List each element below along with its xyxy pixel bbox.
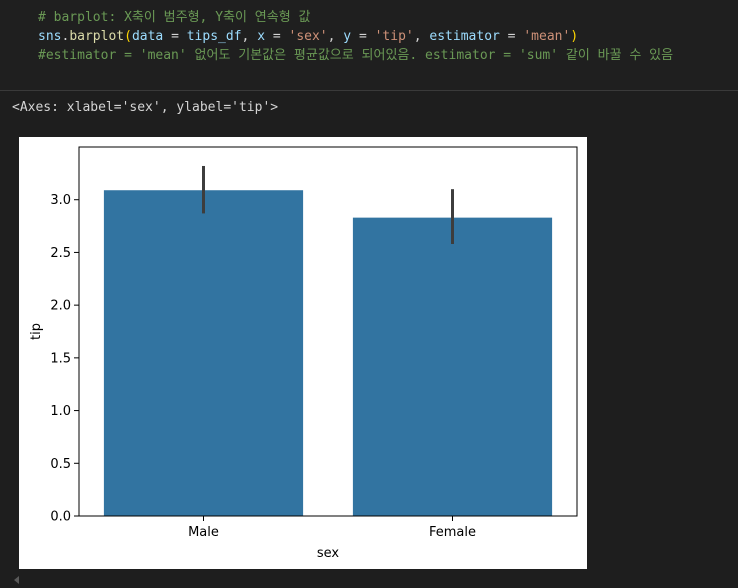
plot-output: Male Female 0.0 0.5 1.0 1.5 2.0 2.5 3.0 sex tip <box>19 137 587 569</box>
code-line-comment: # barplot: X축이 범주형, Y축이 연속형 값 <box>38 10 311 25</box>
y-tick-label: 2.5 <box>50 246 71 261</box>
code-token-arg-x: 'sex' <box>288 29 328 44</box>
code-token-comma: , <box>241 29 258 44</box>
code-token-close-paren: ) <box>570 29 579 44</box>
code-token-arg-estimator: 'mean' <box>523 29 571 44</box>
code-token-arg-data: tips_df <box>186 29 242 44</box>
code-token-kw-estimator: estimator <box>429 29 500 44</box>
code-token-arg-y: 'tip' <box>374 29 414 44</box>
code-token-func: barplot <box>69 29 125 44</box>
code-token-kw-data: data <box>131 29 164 44</box>
code-token-eq: = <box>499 29 524 44</box>
y-axis-label: tip <box>29 323 44 340</box>
output-repr-text: <Axes: xlabel='sex', ylabel='tip'> <box>12 100 279 115</box>
code-token-kw-y: y <box>343 29 352 44</box>
code-token-comma: , <box>413 29 430 44</box>
scroll-left-arrow-icon[interactable] <box>14 576 19 584</box>
code-token-open-paren: ( <box>124 29 132 44</box>
x-tick-label: Male <box>188 525 219 540</box>
barplot-chart: Male Female 0.0 0.5 1.0 1.5 2.0 2.5 3.0 sex tip <box>29 146 578 561</box>
code-token-comma: , <box>327 29 344 44</box>
x-tick-label: Female <box>429 525 476 540</box>
code-line-barplot-call: sns.barplot(data = tips_df, x = 'sex', y… <box>38 27 578 46</box>
code-token-eq: = <box>265 29 289 44</box>
code-token-eq: = <box>351 29 375 44</box>
cell-gutter <box>0 0 30 90</box>
bar-male <box>103 190 304 516</box>
x-axis-label: sex <box>317 546 340 561</box>
code-cell[interactable]: # barplot: X축이 범주형, Y축이 연속형 값 sns.barplo… <box>0 0 738 91</box>
y-tick-label: 0.5 <box>50 457 71 472</box>
code-line-estimator-comment: #estimator = 'mean' 없어도 기본값은 평균값으로 되어있음.… <box>38 48 674 63</box>
y-tick-label: 1.5 <box>50 351 71 366</box>
y-tick-label: 1.0 <box>50 404 71 419</box>
bar-female <box>352 217 553 516</box>
y-tick-label: 2.0 <box>50 299 71 314</box>
y-tick-label: 0.0 <box>50 510 71 525</box>
y-tick-label: 3.0 <box>50 193 71 208</box>
code-token-kw-x: x <box>257 29 266 44</box>
code-token-module: sns <box>38 29 62 44</box>
code-token-eq: = <box>163 29 187 44</box>
